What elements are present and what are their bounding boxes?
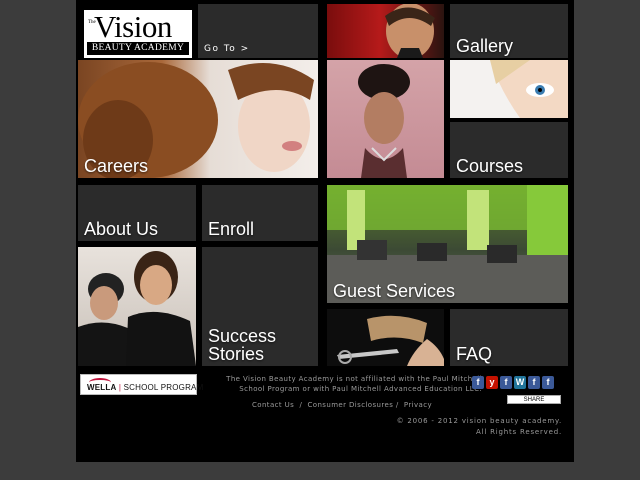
share-button[interactable]: SHARE <box>507 395 561 404</box>
footer-links: Contact Us / Consumer Disclosures / Priv… <box>252 401 433 409</box>
success-stories-label: Success Stories <box>208 326 277 364</box>
careers-label: Careers <box>84 156 149 176</box>
disclaimer-text: The Vision Beauty Academy is not affilia… <box>226 375 482 393</box>
privacy-link[interactable]: Privacy <box>404 401 432 409</box>
goto-link[interactable]: Go To > <box>204 44 250 54</box>
about-us-label: About Us <box>84 219 159 239</box>
wella-program-text: SCHOOL PROGRAM <box>123 383 204 392</box>
contact-us-link[interactable]: Contact Us <box>252 401 294 409</box>
facebook-icon[interactable]: f <box>542 376 554 389</box>
woman-eye-closeup-image <box>490 60 568 118</box>
facebook-icon[interactable]: f <box>472 376 484 389</box>
faq-label: FAQ <box>456 344 493 364</box>
facebook-icon[interactable]: f <box>528 376 540 389</box>
vision-logo[interactable]: Vision The BEAUTY ACADEMY <box>82 8 194 58</box>
wella-logo-text: WELLA | SCHOOL PROGRAM <box>87 383 204 392</box>
logo-vision-text: Vision <box>94 9 172 44</box>
enroll-tile[interactable]: Enroll <box>202 185 318 241</box>
success-stories-tile[interactable]: Success Stories <box>202 247 318 366</box>
courses-tile[interactable]: Courses <box>450 122 568 178</box>
copyright-line-2: All Rights Reserved. <box>475 428 562 436</box>
gallery-label: Gallery <box>456 36 514 56</box>
students-photo-image <box>78 251 196 366</box>
scissors-hair-image <box>337 315 444 366</box>
yelp-icon[interactable]: y <box>486 376 498 389</box>
gallery-tile[interactable]: Gallery <box>450 4 568 58</box>
courses-label: Courses <box>456 156 524 176</box>
social-icons: fyfWff <box>472 376 554 389</box>
copyright-line-1: © 2006 - 2012 vision beauty academy. <box>396 417 562 425</box>
man-photo-tile[interactable] <box>327 4 444 58</box>
wella-brand-text: WELLA <box>87 383 117 392</box>
faq-tile[interactable]: FAQ <box>450 309 568 366</box>
goto-tile[interactable]: Go To > <box>198 4 318 58</box>
fashion-photo-tile[interactable] <box>327 60 444 178</box>
logo-tile[interactable]: Vision The BEAUTY ACADEMY <box>78 4 196 58</box>
students-photo-tile[interactable] <box>78 247 196 366</box>
wella-school-program-logo[interactable]: WELLA | SCHOOL PROGRAM <box>80 374 203 395</box>
woman-updo-portrait-image <box>358 64 410 178</box>
main-panel: Vision The BEAUTY ACADEMY Go To > Galler… <box>76 0 574 462</box>
eye-photo-tile[interactable] <box>450 60 568 118</box>
careers-tile[interactable]: Careers <box>78 60 318 178</box>
wordpress-icon[interactable]: W <box>514 376 526 389</box>
facebook-icon[interactable]: f <box>500 376 512 389</box>
copyright: © 2006 - 2012 vision beauty academy. All… <box>397 416 562 438</box>
guest-services-label: Guest Services <box>333 281 456 301</box>
consumer-disclosures-link[interactable]: Consumer Disclosures <box>308 401 394 409</box>
logo-academy-text: BEAUTY ACADEMY <box>87 42 189 55</box>
man-portrait-image <box>385 4 435 58</box>
logo-the-text: The <box>88 20 96 25</box>
about-us-tile[interactable]: About Us <box>78 185 196 241</box>
guest-services-tile[interactable]: Guest Services <box>327 185 568 303</box>
scissors-photo-tile[interactable] <box>327 309 444 366</box>
enroll-label: Enroll <box>208 219 255 239</box>
